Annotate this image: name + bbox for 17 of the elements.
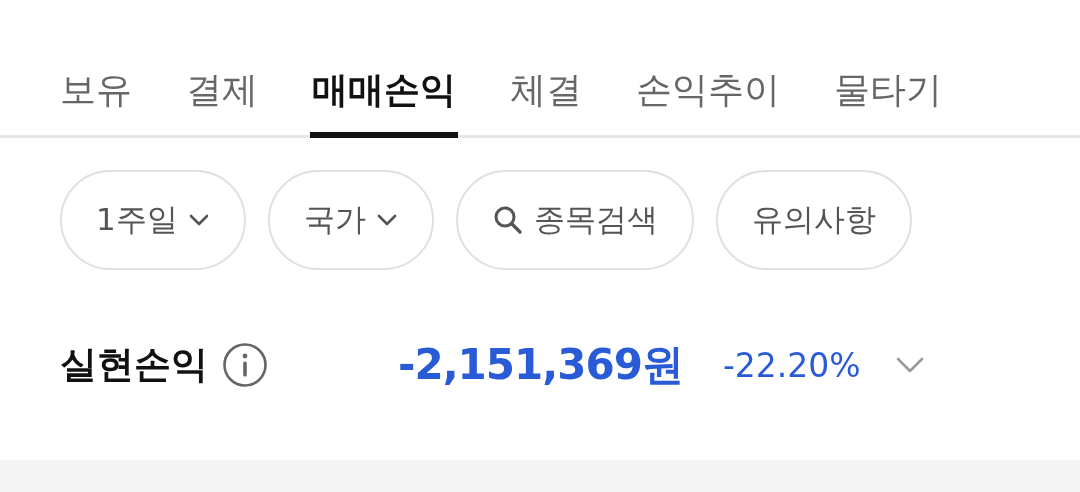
- pnl-amount: -2,151,369원: [398, 339, 683, 391]
- pnl-percent: -22.20%: [722, 345, 861, 385]
- caret-icon: [375, 213, 398, 227]
- tab[interactable]: 물타기: [832, 0, 944, 138]
- filter-dropdown[interactable]: 국가: [267, 170, 434, 270]
- notice-button[interactable]: 유의사항: [715, 170, 912, 270]
- tab[interactable]: 체결: [508, 0, 584, 138]
- tab[interactable]: 보유: [58, 0, 134, 138]
- info-icon[interactable]: [222, 342, 268, 388]
- realized-pnl-label: 실현손익: [60, 342, 208, 388]
- chevron-down-icon[interactable]: [894, 356, 925, 374]
- tab[interactable]: 매매손익: [310, 0, 458, 138]
- search-button[interactable]: 종목검색: [455, 170, 694, 270]
- filter-dropdown[interactable]: 1주일: [60, 170, 246, 270]
- tab[interactable]: 결제: [184, 0, 260, 138]
- caret-icon: [187, 213, 210, 227]
- tab[interactable]: 손익추이: [634, 0, 782, 138]
